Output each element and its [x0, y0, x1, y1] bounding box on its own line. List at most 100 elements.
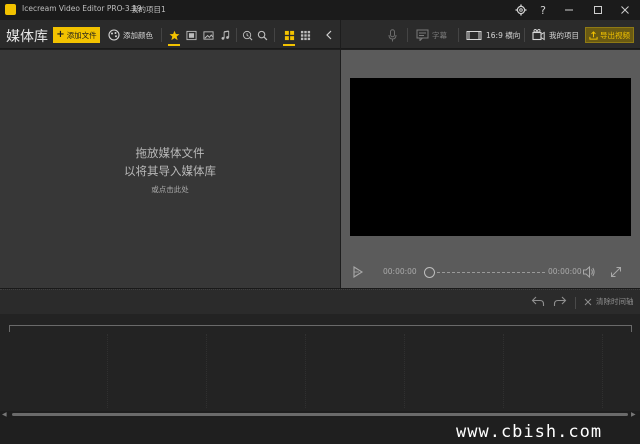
scroll-right-arrow-icon[interactable]: ▶ — [631, 411, 636, 418]
click-here-hint[interactable]: 或点击此处 — [0, 184, 340, 195]
total-time: 00:00:00 — [548, 267, 582, 276]
undo-icon — [531, 296, 545, 306]
toolbar-divider — [407, 28, 408, 42]
toolbar-divider — [274, 28, 275, 42]
filter-image-button[interactable] — [201, 27, 215, 43]
close-button[interactable] — [613, 0, 637, 20]
scroll-left-arrow-icon[interactable]: ◀ — [2, 411, 7, 418]
question-icon: ? — [540, 3, 546, 17]
my-projects-button[interactable]: 我的项目 — [532, 27, 579, 43]
toolbar-divider — [458, 28, 459, 42]
toolbar-divider — [575, 297, 576, 309]
clock-search-icon — [242, 30, 252, 40]
timeline-area[interactable] — [0, 314, 640, 411]
filter-favorites-button[interactable] — [167, 27, 181, 46]
seek-bar[interactable] — [427, 272, 545, 273]
title-bar: Icecream Video Editor PRO 3.19 - 我的项目1 ? — [0, 0, 640, 20]
timeline-scrollbar[interactable]: ◀ ▶ — [0, 411, 640, 418]
aspect-ratio-label: 16:9 横向 — [486, 30, 521, 40]
help-button[interactable]: ? — [531, 0, 555, 20]
filter-audio-button[interactable] — [218, 27, 232, 43]
title-separator: - — [122, 4, 125, 13]
export-label: 导出视频 — [600, 30, 630, 40]
video-preview-screen — [350, 78, 631, 236]
minimize-icon — [565, 9, 573, 11]
settings-button[interactable] — [509, 0, 533, 20]
fullscreen-icon — [611, 267, 621, 277]
voiceover-button[interactable] — [386, 27, 398, 43]
current-time: 00:00:00 — [383, 267, 417, 276]
active-view-underline — [283, 44, 295, 46]
playback-controls: 00:00:00 00:00:00 — [341, 262, 640, 282]
close-icon — [584, 298, 592, 305]
timeline-gridline — [503, 334, 504, 408]
image-icon — [202, 30, 214, 40]
timeline-gridline — [107, 334, 108, 408]
large-grid-icon — [284, 30, 294, 40]
search-icon — [257, 30, 267, 40]
toolbar-divider — [161, 28, 162, 42]
volume-button[interactable] — [582, 265, 596, 282]
play-icon — [353, 266, 364, 278]
subtitles-icon — [416, 29, 429, 41]
drop-instruction-line1: 拖放媒体文件 — [135, 146, 205, 160]
splitter-handle[interactable] — [0, 289, 640, 291]
main-toolbar: 媒体库 + 添加文件 添加颜色 字幕 16:9 横向 我的项目 导出视频 — [0, 20, 640, 49]
timeline-gridline — [404, 334, 405, 408]
aspect-ratio-button[interactable]: 16:9 横向 — [466, 27, 520, 43]
undo-button[interactable] — [531, 295, 545, 311]
timeline-ruler — [9, 325, 632, 332]
projects-icon — [532, 29, 545, 41]
add-file-button[interactable]: + 添加文件 — [53, 27, 100, 43]
minimize-button[interactable] — [557, 0, 581, 20]
plus-icon: + — [56, 29, 65, 40]
subtitles-button[interactable]: 字幕 — [416, 27, 447, 43]
watermark-text: www.cbish.com — [456, 422, 603, 442]
redo-button[interactable] — [553, 295, 567, 311]
clear-timeline-button[interactable]: 清除时间轴 — [584, 296, 634, 307]
maximize-button[interactable] — [586, 0, 610, 20]
grid-view-button[interactable] — [282, 27, 296, 46]
clear-timeline-label: 清除时间轴 — [596, 297, 634, 306]
scrollbar-thumb[interactable] — [12, 413, 628, 416]
drop-instruction-line2: 以将其导入媒体库 — [124, 164, 216, 178]
list-view-button[interactable] — [298, 27, 312, 43]
seek-handle[interactable] — [424, 267, 435, 278]
collapse-library-button[interactable] — [323, 27, 335, 43]
toolbar-divider — [524, 28, 525, 42]
toolbar-divider — [236, 28, 237, 42]
subtitles-label: 字幕 — [432, 30, 447, 40]
play-button[interactable] — [351, 265, 365, 282]
redo-icon — [553, 296, 567, 306]
project-name: 我的项目1 — [131, 5, 166, 14]
timeline-toolbar: 清除时间轴 — [0, 288, 640, 314]
export-icon — [589, 30, 598, 40]
timeline-gridline — [206, 334, 207, 408]
maximize-icon — [594, 6, 602, 14]
gear-icon — [515, 4, 527, 16]
app-logo-icon — [5, 4, 16, 15]
filter-video-button[interactable] — [184, 27, 198, 43]
chevron-left-icon — [326, 30, 332, 40]
add-color-button[interactable]: 添加颜色 — [108, 27, 153, 43]
active-tab-underline — [168, 44, 180, 46]
music-note-icon — [221, 29, 229, 40]
timeline-gridline — [602, 334, 603, 408]
preview-panel: 00:00:00 00:00:00 — [341, 50, 640, 288]
export-video-button[interactable]: 导出视频 — [585, 27, 634, 43]
media-library-drop-zone[interactable]: 拖放媒体文件 以将其导入媒体库 或点击此处 — [0, 50, 340, 288]
add-file-label: 添加文件 — [66, 30, 97, 40]
search-button[interactable] — [255, 27, 269, 43]
bottom-area: www.cbish.com — [0, 418, 640, 444]
fullscreen-button[interactable] — [609, 265, 623, 282]
my-projects-label: 我的项目 — [549, 30, 579, 40]
small-grid-icon — [300, 30, 310, 40]
timeline-gridline — [305, 334, 306, 408]
film-icon — [185, 30, 197, 40]
palette-icon — [108, 29, 120, 41]
microphone-icon — [388, 28, 396, 41]
close-icon — [621, 6, 629, 14]
media-library-title: 媒体库 — [6, 29, 48, 45]
volume-icon — [583, 265, 595, 279]
filter-recent-button[interactable] — [240, 27, 254, 43]
